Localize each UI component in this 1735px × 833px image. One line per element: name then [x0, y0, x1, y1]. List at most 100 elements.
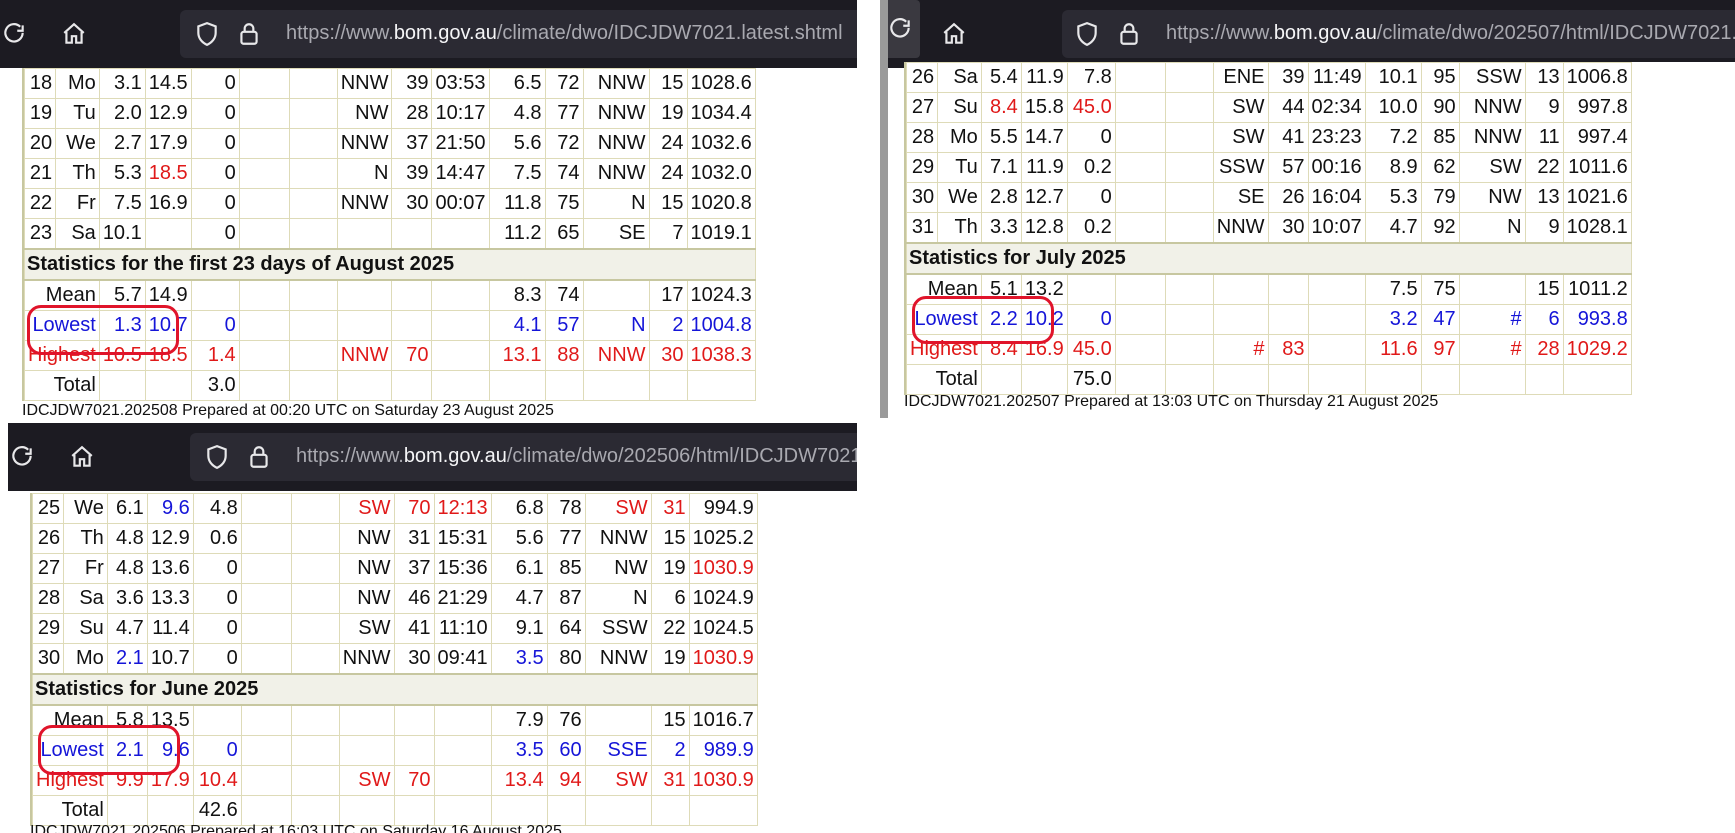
table-cell: 994.9 — [688, 493, 758, 524]
stats-cell — [582, 279, 650, 311]
reload-icon[interactable] — [8, 437, 42, 477]
table-cell: 15:36 — [433, 553, 492, 584]
url-bar[interactable]: https://www.bom.gov.au/climate/dwo/20250… — [1062, 10, 1735, 58]
stats-cell: 3.5 — [490, 735, 548, 766]
stats-cell: 989.9 — [688, 735, 758, 766]
table-cell: 3.5 — [490, 643, 548, 675]
table-cell: We — [63, 493, 108, 524]
table-cell: 22 — [650, 613, 690, 644]
table-cell: 27 — [905, 92, 939, 123]
table-cell: 20 — [23, 128, 57, 159]
table-cell: 19 — [23, 98, 57, 129]
table-cell: 12.7 — [1020, 182, 1068, 213]
table-cell: 9.1 — [490, 613, 548, 644]
table-cell — [288, 68, 338, 99]
table-cell: 23 — [23, 218, 57, 250]
table-cell: 11.2 — [488, 218, 546, 250]
stats-label: Total — [24, 370, 100, 401]
page-footer: IDCJDW7021.202507 Prepared at 13:03 UTC … — [904, 393, 1439, 410]
table-cell: 9.6 — [146, 493, 194, 524]
table-cell: 18 — [23, 68, 57, 99]
table-cell — [240, 553, 292, 584]
url-text[interactable]: https://www.bom.gov.au/climate/dwo/20250… — [296, 445, 857, 468]
table-cell: 25 — [31, 493, 65, 524]
table-cell: 0.6 — [192, 523, 242, 554]
table-cell: 39 — [1267, 62, 1309, 93]
home-icon[interactable] — [934, 14, 974, 54]
table-cell: 22 — [23, 188, 57, 219]
table-cell: 1032.6 — [686, 128, 756, 159]
stats-cell: 0 — [1066, 304, 1116, 335]
stats-cell — [290, 704, 340, 736]
table-row: 22 Fr 7.5 16.9 0 NNW 30 00:07 11.8 75 N 15 1020.8 — [23, 188, 756, 219]
stats-cell — [544, 370, 584, 401]
highlight-ring — [27, 305, 179, 355]
stats-row: Total 75.0 — [906, 364, 1632, 395]
table-cell: N — [1458, 212, 1526, 244]
table-cell: 0 — [192, 613, 242, 644]
table-cell: 1032.0 — [686, 158, 756, 189]
table-cell — [290, 583, 340, 614]
url-bar[interactable]: https://www.bom.gov.au/climate/dwo/IDCJD… — [180, 10, 857, 58]
table-cell — [238, 68, 290, 99]
table-cell: 00:07 — [431, 188, 490, 219]
table-cell: NNW — [336, 68, 393, 99]
lock-icon — [1120, 23, 1138, 45]
url-text[interactable]: https://www.bom.gov.au/climate/dwo/IDCJD… — [286, 22, 843, 45]
stats-cell — [393, 735, 435, 766]
table-cell: 2.0 — [98, 98, 146, 129]
table-cell: NNW — [338, 643, 395, 675]
table-cell: N — [336, 158, 393, 189]
table-cell — [1114, 62, 1166, 93]
table-cell: 24 — [648, 158, 688, 189]
table-cell — [288, 158, 338, 189]
table-cell: 16:04 — [1307, 182, 1366, 213]
stats-cell — [391, 370, 433, 401]
shield-icon — [1077, 22, 1097, 47]
table-cell: 6.8 — [490, 493, 548, 524]
reload-icon[interactable] — [0, 14, 34, 54]
table-cell: Th — [55, 158, 100, 189]
table-cell: 31 — [905, 212, 939, 244]
table-cell: Sa — [63, 583, 108, 614]
home-icon[interactable] — [54, 14, 94, 54]
table-cell: Th — [63, 523, 108, 554]
stats-cell — [240, 765, 292, 796]
table-cell: NNW — [582, 128, 650, 159]
table-cell: Mo — [55, 68, 100, 99]
table-cell — [288, 188, 338, 219]
shield-icon — [197, 22, 217, 47]
stats-cell: # — [1458, 304, 1526, 335]
stats-cell: 2 — [650, 735, 690, 766]
stats-cell — [238, 370, 290, 401]
url-bar[interactable]: https://www.bom.gov.au/climate/dwo/20250… — [190, 433, 857, 481]
table-cell: 30 — [391, 188, 433, 219]
table-cell: 3.1 — [98, 68, 146, 99]
stats-cell — [1164, 334, 1214, 365]
table-cell: Sa — [937, 62, 982, 93]
home-icon[interactable] — [62, 437, 102, 477]
table-cell: 44 — [1267, 92, 1309, 123]
stats-cell: 1004.8 — [686, 310, 756, 341]
table-cell: 1024.5 — [688, 613, 758, 644]
table-cell: 11:10 — [433, 613, 492, 644]
stats-cell — [290, 735, 340, 766]
table-cell: N — [584, 583, 652, 614]
table-cell: 26 — [31, 523, 65, 554]
table-cell: 03:53 — [431, 68, 490, 99]
table-cell: 30 — [1267, 212, 1309, 244]
stats-cell — [1114, 334, 1166, 365]
browser-panel-august: https://www.bom.gov.au/climate/dwo/IDCJD… — [0, 0, 857, 423]
table-cell: 0 — [1066, 122, 1116, 153]
table-row: 30 Mo 2.1 10.7 0 NNW 30 09:41 3.5 80 NNW 19 1030.9 — [31, 643, 758, 675]
table-cell: 14:47 — [431, 158, 490, 189]
table-cell: 997.8 — [1562, 92, 1632, 123]
stats-cell — [488, 370, 546, 401]
url-text[interactable]: https://www.bom.gov.au/climate/dwo/20250… — [1166, 22, 1735, 45]
stats-cell — [144, 370, 192, 401]
table-cell: 13 — [1524, 62, 1564, 93]
table-cell: SW — [1458, 152, 1526, 183]
table-cell: 7.2 — [1364, 122, 1422, 153]
stats-cell — [1164, 364, 1214, 395]
table-cell: 6 — [650, 583, 690, 614]
